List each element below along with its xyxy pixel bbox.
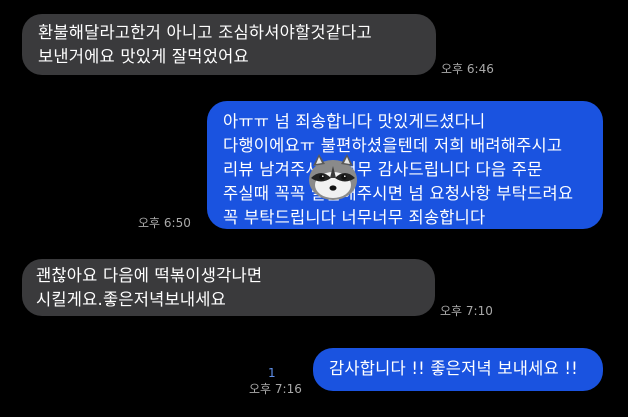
message-timestamp: 오후 6:50 xyxy=(138,216,191,230)
outgoing-message[interactable]: 감사합니다 !! 좋은저녁 보내세요 !! xyxy=(313,348,603,391)
message-timestamp: 오후 7:10 xyxy=(440,304,493,318)
outgoing-message[interactable]: 아ㅠㅠ 넘 죄송합니다 맛있게드셨다니 다행이에요ㅠ 불편하셨을텐데 저희 배려… xyxy=(207,101,603,229)
message-timestamp: 오후 6:46 xyxy=(441,62,494,76)
chat-thread: 환불해달라고한거 아니고 조심하셔야할것같다고 보낸거에요 맛있게 잘먹었어요 … xyxy=(0,0,628,417)
unread-count: 1 xyxy=(268,366,276,380)
message-timestamp: 오후 7:16 xyxy=(249,382,302,396)
raccoon-face-icon xyxy=(309,154,357,200)
incoming-message[interactable]: 환불해달라고한거 아니고 조심하셔야할것같다고 보낸거에요 맛있게 잘먹었어요 xyxy=(22,14,436,75)
incoming-message[interactable]: 괜찮아요 다음에 떡볶이생각나면 시킬게요.좋은저녁보내세요 xyxy=(22,259,435,316)
